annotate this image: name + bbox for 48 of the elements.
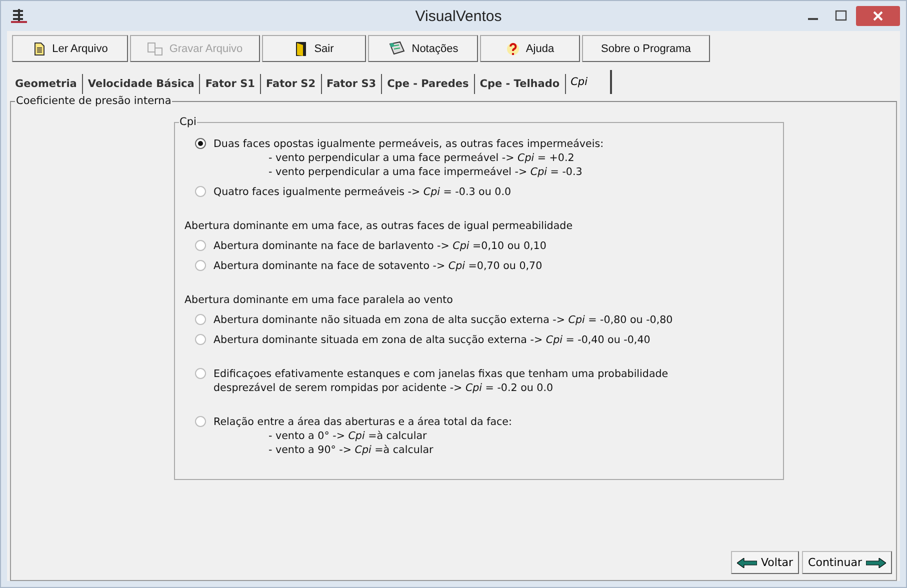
app-icon <box>11 9 27 23</box>
radio-button[interactable] <box>194 314 206 325</box>
toolbar-button[interactable]: Sair <box>262 35 366 62</box>
toolbar-button[interactable]: Sobre o Programa <box>582 35 710 62</box>
question-icon <box>506 40 520 56</box>
radio-button[interactable] <box>194 186 206 197</box>
option-label: Duas faces opostas igualmente permeáveis, as outras faces impermeáveis: <box>214 137 604 151</box>
panel-title: Coeficiente de presão interna <box>15 95 172 108</box>
right-arrow-icon <box>866 558 886 568</box>
close-icon[interactable] <box>856 6 900 26</box>
section-heading: Abertura dominante em uma face paralela ao vento <box>184 293 454 307</box>
toolbar-button[interactable]: Ajuda <box>480 35 580 62</box>
option-detail: - vento perpendicular a uma face permeável -> Cpi = +0.2 <box>268 151 576 165</box>
option-label: Abertura dominante na face de barlavento -> Cpi =0,10 ou 0,10 <box>214 239 546 253</box>
left-arrow-icon <box>736 558 757 568</box>
nav-button[interactable]: Continuar <box>802 551 892 574</box>
option-detail: - vento perpendicular a uma face impermeável -> Cpi = -0.3 <box>268 165 584 179</box>
option-label: Abertura dominante não situada em zona de alta sucção externa -> Cpi = -0,80 ou -0,80 <box>214 313 673 327</box>
option-label: Quatro faces igualmente permeáveis -> Cpi = -0.3 ou 0.0 <box>214 185 512 199</box>
option-label: Edificaçoes efativamente estanques e com janelas fixas que tenham uma probabilidade <box>214 367 668 381</box>
option-detail: - vento a 90° -> Cpi =à calcular <box>268 443 434 457</box>
tab[interactable]: Velocidade Básica <box>82 74 200 94</box>
notes-icon <box>388 40 406 56</box>
radio-button[interactable] <box>194 240 206 251</box>
group-title: Cpi <box>178 116 198 129</box>
radio-button[interactable] <box>194 416 206 427</box>
radio-button[interactable] <box>194 260 206 271</box>
radio-button[interactable] <box>194 368 206 379</box>
window-title: VisualVentos <box>414 8 503 24</box>
tab[interactable]: Fator S2 <box>260 74 322 94</box>
radio-button[interactable] <box>194 138 206 149</box>
door-icon <box>294 40 308 56</box>
option-label: Relação entre a área das aberturas e a área total da face: <box>214 415 512 429</box>
option-label: desprezável de serem rompidas por acidente -> Cpi = -0.2 ou 0.0 <box>214 381 554 395</box>
option-label: Abertura dominante situada em zona de alta sucção externa -> Cpi = -0,40 ou -0,40 <box>214 333 650 347</box>
toolbar-button[interactable]: Notações <box>368 35 478 62</box>
tab[interactable]: Geometria <box>10 74 83 94</box>
section-heading: Abertura dominante em uma face, as outras faces de igual permeabilidade <box>184 219 574 233</box>
document-icon <box>32 42 46 56</box>
option-label: Abertura dominante na face de sotavento -> Cpi =0,70 ou 0,70 <box>214 259 542 273</box>
tab[interactable]: Fator S3 <box>322 74 382 94</box>
nav-button[interactable]: Voltar <box>730 551 800 574</box>
radio-button[interactable] <box>194 334 206 345</box>
tab[interactable]: Cpe - Paredes <box>382 74 475 94</box>
tab[interactable]: Fator S1 <box>200 74 261 94</box>
toolbar-button[interactable]: Ler Arquivo <box>12 35 128 62</box>
document-icon <box>147 42 164 56</box>
option-detail: - vento a 0° -> Cpi =à calcular <box>268 429 428 443</box>
